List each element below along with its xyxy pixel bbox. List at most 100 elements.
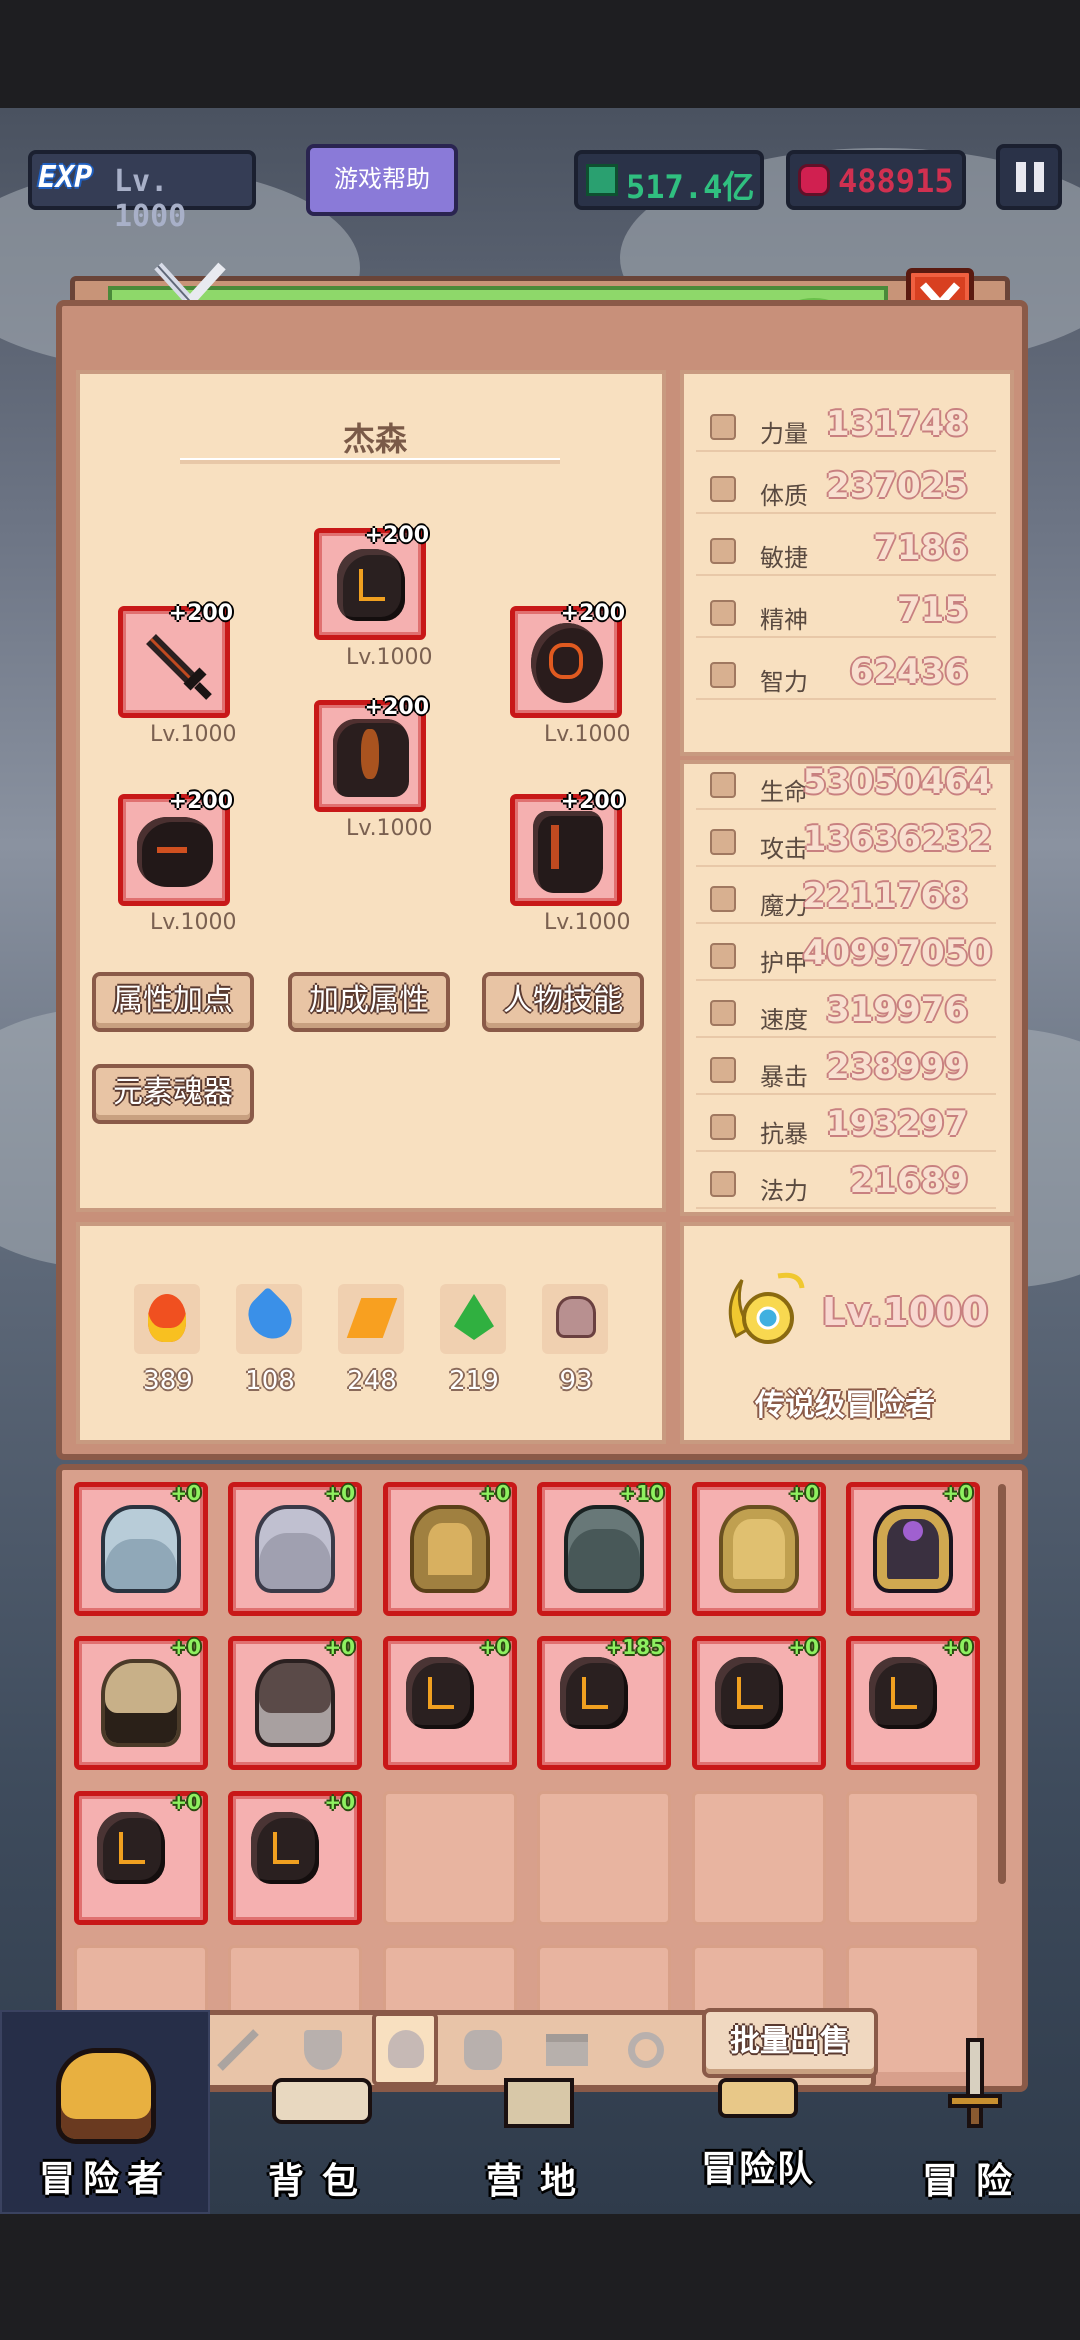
equip-slot-helmet[interactable]: +200	[314, 523, 429, 640]
enhance-level: +0	[942, 1482, 973, 1505]
crit-icon	[710, 1057, 736, 1083]
stat-name: 法力	[760, 1177, 808, 1205]
nav-camp[interactable]: 营地	[450, 2078, 630, 2214]
stat-name: 智力	[760, 668, 808, 696]
enhance-level: +0	[942, 1635, 973, 1659]
stat-value: 2211768	[802, 876, 968, 916]
enhance-level: +200	[560, 789, 625, 814]
crown-icon	[56, 2048, 156, 2144]
inventory-grid: +0 +0 +0 +10 +0 +0 +0 +0 +0 +185 +0 +0 +…	[74, 1482, 994, 2072]
inventory-item[interactable]: +185	[537, 1635, 671, 1770]
sword-icon	[710, 829, 736, 855]
stat-value: 238999	[826, 1047, 968, 1087]
inventory-item[interactable]: +0	[74, 1790, 208, 1925]
bulk-sell-button[interactable]: 批量出售	[702, 2008, 878, 2078]
stat-row-agility: 敏捷 7186	[696, 524, 996, 576]
armor-tab-icon[interactable]	[456, 2024, 510, 2076]
stat-row-spirit: 精神 715	[696, 586, 996, 638]
backpack-icon	[272, 2078, 372, 2124]
bronze-helmet-icon	[101, 1659, 181, 1747]
inventory-item[interactable]: +10	[537, 1482, 671, 1616]
stat-value: 13636232	[802, 819, 992, 859]
gem-amount: 517.4亿	[626, 168, 755, 206]
nav-label: 冒险队	[700, 2149, 815, 2190]
character-skills-button[interactable]: 人物技能	[482, 972, 644, 1032]
star-icon	[710, 600, 736, 626]
enhance-level: +200	[560, 601, 625, 626]
skull-value: 93	[559, 1366, 593, 1396]
inventory-item[interactable]: +0	[228, 1635, 362, 1770]
ring-tab-icon[interactable]	[620, 2024, 674, 2076]
ruby-counter: 488915	[786, 150, 966, 210]
nav-team[interactable]: 冒险队	[668, 2078, 848, 2214]
stat-row-attack: 攻击 13636232	[696, 815, 996, 867]
empty-slot[interactable]	[383, 1791, 517, 1925]
stat-row-intelligence: 智力 62436	[696, 648, 996, 700]
lava-crack	[551, 825, 559, 869]
inventory-item[interactable]: +0	[383, 1482, 517, 1616]
enhance-level: +185	[605, 1635, 664, 1659]
equip-slot-shield[interactable]: +200	[510, 601, 625, 718]
empty-slot[interactable]	[846, 1791, 980, 1925]
nav-backpack[interactable]: 背包	[232, 2078, 412, 2214]
ruby-icon	[798, 164, 830, 196]
equip-slot-boots[interactable]: +200	[510, 789, 625, 906]
equip-level: Lv.1000	[150, 910, 237, 935]
enhance-level: +0	[479, 1635, 510, 1659]
bonus-attributes-button[interactable]: 加成属性	[288, 972, 450, 1032]
enhance-level: +0	[479, 1482, 510, 1505]
stat-row-crit: 暴击 238999	[696, 1043, 996, 1095]
rank-title: 传说级冒险者	[755, 1388, 935, 1423]
stat-value: 40997050	[802, 933, 992, 973]
empty-slot[interactable]	[537, 1791, 671, 1925]
legend-medal-icon	[716, 1266, 808, 1358]
water-value: 108	[245, 1366, 295, 1396]
attribute-points-button[interactable]: 属性加点	[92, 972, 254, 1032]
equip-slot-gloves[interactable]: +200	[118, 789, 233, 906]
elemental-soul-button[interactable]: 元素魂器	[92, 1064, 254, 1124]
stat-name: 敏捷	[760, 544, 808, 572]
inventory-item[interactable]: +0	[383, 1635, 517, 1770]
team-icon	[718, 2078, 798, 2118]
helmet-tab-icon[interactable]	[372, 2012, 438, 2086]
lava-helmet-icon	[337, 549, 405, 621]
enhance-level: +0	[324, 1482, 355, 1505]
shield-tab-icon[interactable]	[296, 2024, 350, 2076]
inventory-item[interactable]: +0	[846, 1482, 980, 1616]
gloves-tab-icon[interactable]	[540, 2024, 594, 2076]
game-help-button[interactable]: 游戏帮助	[306, 144, 458, 216]
inventory-item[interactable]: +0	[692, 1635, 826, 1770]
empty-slot[interactable]	[692, 1791, 826, 1925]
equip-level: Lv.1000	[544, 910, 631, 935]
nav-adventurer[interactable]: 冒险者	[0, 2010, 210, 2214]
ruby-amount: 488915	[838, 162, 954, 200]
emerald-icon	[586, 164, 618, 196]
stat-row-magic: 魔力 2211768	[696, 872, 996, 924]
stat-row-mana: 法力 21689	[696, 1157, 996, 1209]
equip-slot-weapon[interactable]: +200	[118, 601, 233, 718]
inventory-item[interactable]: +0	[228, 1482, 362, 1616]
fire-value: 389	[143, 1366, 193, 1396]
inventory-item[interactable]: +0	[846, 1635, 980, 1770]
gem-counter: 517.4亿	[574, 150, 764, 210]
inventory-item[interactable]: +0	[692, 1482, 826, 1616]
nav-label: 冒险者	[38, 2159, 171, 2200]
enhance-level: +0	[170, 1482, 201, 1505]
inventory-item[interactable]: +0	[74, 1482, 208, 1616]
pause-button[interactable]	[996, 144, 1062, 210]
camp-icon	[504, 2078, 574, 2128]
bulk-sell-label: 批量出售	[730, 2024, 850, 2059]
inventory-item[interactable]: +0	[74, 1635, 208, 1770]
lava-helmet-icon	[715, 1657, 783, 1729]
dark-sword-icon	[146, 634, 212, 700]
sword-tab-icon[interactable]	[212, 2024, 266, 2076]
nav-adventure[interactable]: 冒险	[886, 2030, 1066, 2214]
inventory-item[interactable]: +0	[228, 1790, 362, 1925]
stat-name: 速度	[760, 1006, 808, 1034]
strength-icon	[710, 414, 736, 440]
stat-name: 暴击	[760, 1063, 808, 1091]
inventory-scrollbar[interactable]	[998, 1484, 1006, 1884]
equip-slot-armor[interactable]: +200	[314, 695, 429, 812]
stat-name: 精神	[760, 606, 808, 634]
stat-value: 131748	[826, 404, 968, 444]
